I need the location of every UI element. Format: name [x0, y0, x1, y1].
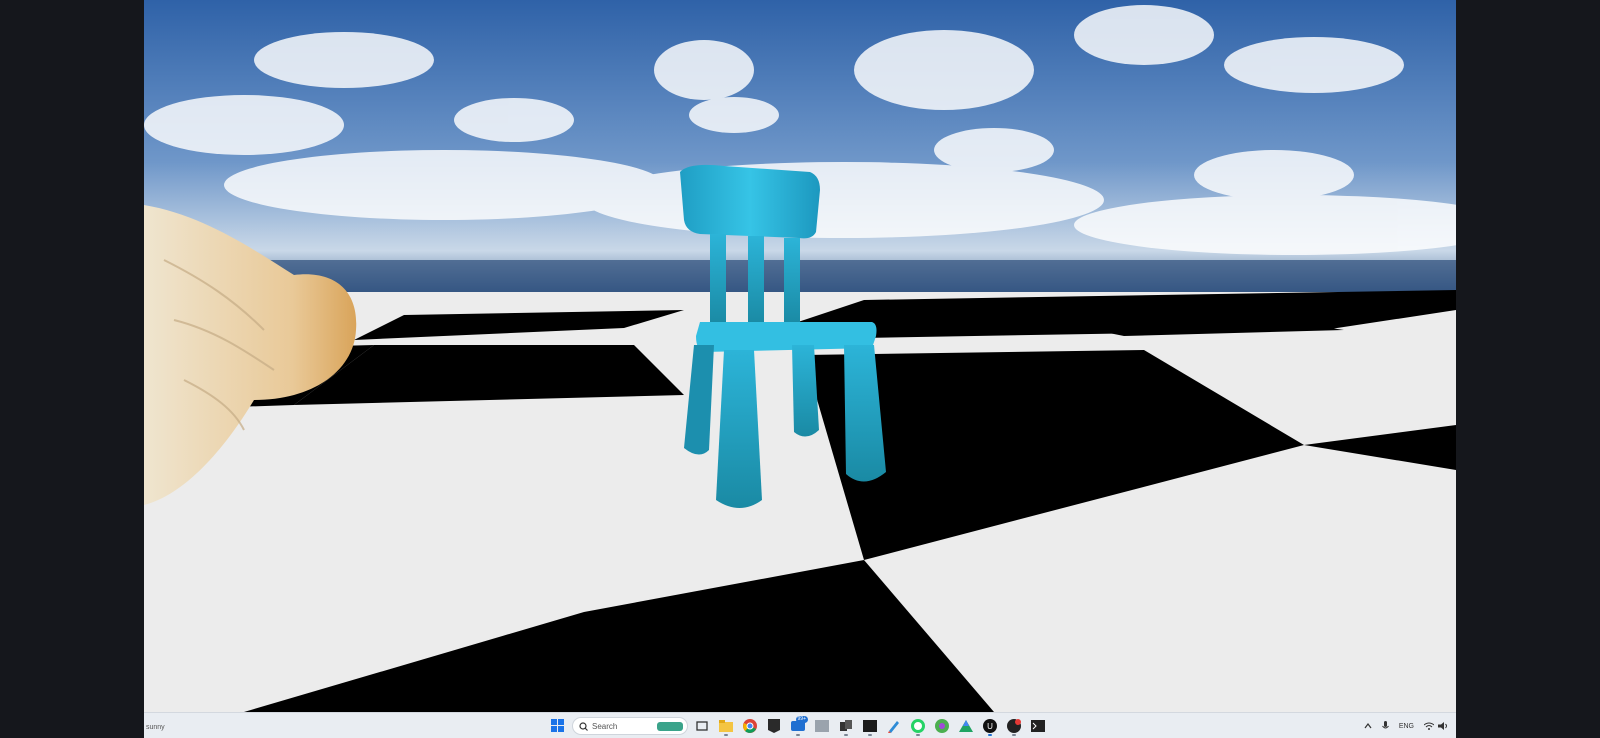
search-highlight-icon [657, 722, 683, 731]
search-placeholder: Search [592, 721, 618, 731]
search-icon [579, 721, 588, 731]
drive-icon[interactable] [956, 716, 976, 736]
chat-icon[interactable]: 99+ [788, 716, 808, 736]
folder-app-icon[interactable] [836, 716, 856, 736]
system-tray: ENG [1354, 717, 1448, 735]
wifi-icon[interactable] [1424, 722, 1434, 730]
notification-badge: 99+ [795, 716, 808, 723]
taskbar: sunny Search 99+ U ENG [144, 712, 1456, 738]
photos-icon[interactable] [812, 716, 832, 736]
volume-icon[interactable] [1438, 722, 1448, 730]
chrome-profile-icon[interactable] [932, 716, 952, 736]
epic-games-icon[interactable] [764, 716, 784, 736]
remote-screen: sunny Search 99+ U ENG [144, 0, 1456, 738]
command-prompt-icon[interactable] [1028, 716, 1048, 736]
whatsapp-icon[interactable] [908, 716, 928, 736]
file-explorer-icon[interactable] [716, 716, 736, 736]
unreal-engine-icon[interactable]: U [980, 716, 1000, 736]
task-view-icon[interactable] [692, 716, 712, 736]
language-indicator[interactable]: ENG [1399, 723, 1414, 730]
chrome-icon[interactable] [740, 716, 760, 736]
pen-app-icon[interactable] [884, 716, 904, 736]
weather-text[interactable]: sunny [146, 724, 165, 731]
3d-viewport[interactable] [144, 0, 1456, 712]
chevron-up-icon[interactable] [1364, 723, 1372, 729]
windows-start-icon[interactable] [548, 716, 568, 736]
terminal-window-icon[interactable] [860, 716, 880, 736]
davinci-icon[interactable] [1004, 716, 1024, 736]
taskbar-apps: Search 99+ U [548, 716, 1052, 736]
svg-text:U: U [987, 722, 993, 731]
microphone-icon[interactable] [1381, 721, 1389, 731]
search-input[interactable]: Search [572, 717, 688, 735]
